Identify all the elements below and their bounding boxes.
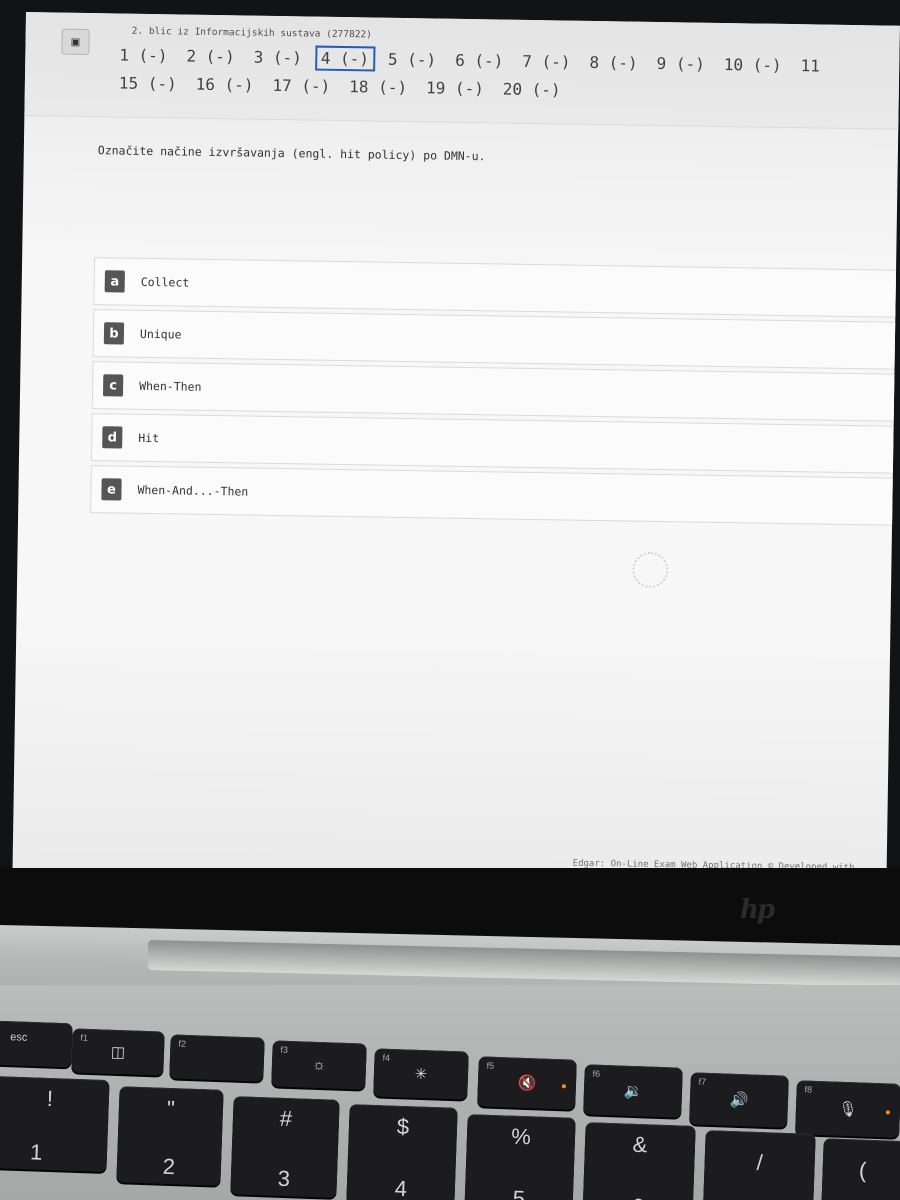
question-nav-link[interactable]: 10 (-) xyxy=(718,51,788,77)
key-6-label: 6 xyxy=(631,1194,644,1200)
answer-letter-badge: c xyxy=(102,374,124,397)
answer-option-a[interactable]: a Collect xyxy=(93,257,900,318)
key-3[interactable]: # 3 xyxy=(230,1096,340,1198)
key-2-shift-label: " xyxy=(166,1095,176,1122)
key-f6[interactable]: f6 🔉 xyxy=(583,1064,683,1118)
key-5[interactable]: % 5 xyxy=(464,1114,576,1200)
key-f4[interactable]: f4 ✳ xyxy=(373,1048,469,1100)
answer-option-d[interactable]: d Hit xyxy=(90,413,900,474)
answer-text: Hit xyxy=(138,430,160,446)
question-nav-link[interactable]: 18 (-) xyxy=(343,73,413,99)
question-text: Označite načine izvršavanja (engl. hit p… xyxy=(97,143,486,164)
key-8[interactable]: ( xyxy=(820,1138,900,1200)
answer-option-c[interactable]: c When-Then xyxy=(91,361,900,422)
question-nav-link[interactable]: 4 (-) xyxy=(314,45,376,71)
key-f3[interactable]: f3 ☼ xyxy=(271,1040,367,1090)
hp-logo: hp xyxy=(740,895,775,925)
key-1[interactable]: ! 1 xyxy=(0,1075,110,1173)
key-f4-label: f4 xyxy=(382,1052,391,1063)
key-3-label: 3 xyxy=(277,1165,291,1192)
key-esc-label: esc xyxy=(10,1031,28,1044)
key-f3-label: f3 xyxy=(280,1044,289,1055)
key-3-shift-label: # xyxy=(279,1105,293,1132)
question-nav-link[interactable]: 15 (-) xyxy=(113,70,183,96)
mute-led xyxy=(561,1084,566,1089)
answer-option-e[interactable]: e When-And...-Then xyxy=(90,465,900,526)
answer-letter-badge: a xyxy=(104,270,125,293)
key-f8-label: f8 xyxy=(804,1084,813,1095)
question-nav-link[interactable]: 8 (-) xyxy=(583,49,644,75)
laptop-screen: ▣ 2. blic iz Informacijskih sustava (277… xyxy=(12,12,900,884)
question-nav-link[interactable]: 3 (-) xyxy=(247,44,308,70)
answer-text: Collect xyxy=(140,274,190,290)
key-6[interactable]: & 6 xyxy=(582,1122,696,1200)
key-2[interactable]: " 2 xyxy=(116,1086,224,1186)
volume-up-icon: 🔊 xyxy=(729,1091,749,1110)
key-7[interactable]: / 7 xyxy=(702,1130,816,1200)
key-f7-label: f7 xyxy=(698,1076,707,1087)
loading-spinner-icon xyxy=(632,551,669,589)
answer-text: When-And...-Then xyxy=(137,482,249,499)
answer-option-b[interactable]: b Unique xyxy=(92,309,900,370)
mic-mute-led xyxy=(885,1110,890,1115)
key-8-shift-label: ( xyxy=(858,1157,867,1183)
question-nav-link[interactable]: 16 (-) xyxy=(189,71,259,97)
key-1-shift-label: ! xyxy=(46,1085,54,1112)
key-f2[interactable]: f2 xyxy=(169,1034,265,1082)
key-f2-label: f2 xyxy=(178,1038,187,1049)
key-5-label: 5 xyxy=(512,1185,526,1200)
screen-mode-icon: ◫ xyxy=(110,1043,126,1062)
question-nav-link[interactable]: 9 (-) xyxy=(650,50,711,76)
question-nav-link[interactable]: 20 (-) xyxy=(497,76,567,102)
key-6-shift-label: & xyxy=(632,1131,648,1158)
key-f5[interactable]: f5 🔇 xyxy=(477,1056,577,1110)
question-nav-link[interactable]: 2 (-) xyxy=(180,43,241,69)
question-navigation: 1 (-) 2 (-) 3 (-) 4 (-) 5 (-) 6 (-) 7 (-) 8 (-)… xyxy=(113,39,900,110)
exam-title: 2. blic iz Informacijskih sustava (27782… xyxy=(131,25,372,41)
key-5-shift-label: % xyxy=(510,1123,532,1150)
question-nav-link[interactable]: 6 (-) xyxy=(449,47,510,73)
key-f1-label: f1 xyxy=(80,1032,89,1043)
key-f8[interactable]: f8 🎙 xyxy=(795,1080,900,1138)
brightness-down-icon: ☼ xyxy=(311,1056,327,1074)
key-f7[interactable]: f7 🔊 xyxy=(689,1072,789,1128)
answer-letter-badge: d xyxy=(102,426,123,449)
answer-list: a Collect b Unique c When-Then d Hit e When-And..… xyxy=(90,257,900,530)
key-4-shift-label: $ xyxy=(396,1113,410,1140)
question-nav-link[interactable]: 1 (-) xyxy=(113,42,174,68)
key-7-shift-label: / xyxy=(756,1149,764,1176)
volume-down-icon: 🔉 xyxy=(623,1082,643,1101)
question-nav-link[interactable]: 17 (-) xyxy=(266,72,336,98)
key-f6-label: f6 xyxy=(592,1068,601,1079)
answer-letter-badge: e xyxy=(101,478,122,501)
key-f5-label: f5 xyxy=(486,1060,495,1071)
key-2-label: 2 xyxy=(162,1153,176,1180)
answer-letter-badge: b xyxy=(103,322,125,345)
answer-text: Unique xyxy=(139,326,182,342)
question-nav-link[interactable]: 19 (-) xyxy=(420,75,490,101)
key-1-label: 1 xyxy=(29,1139,43,1165)
menu-grid-icon[interactable]: ▣ xyxy=(61,28,90,56)
key-4[interactable]: $ 4 xyxy=(346,1104,458,1200)
mic-mute-icon: 🎙 xyxy=(838,1100,858,1119)
mute-icon: 🔇 xyxy=(517,1074,537,1093)
key-esc[interactable]: esc xyxy=(0,1020,73,1068)
key-f1[interactable]: f1 ◫ xyxy=(71,1028,165,1076)
answer-text: When-Then xyxy=(139,378,202,394)
brightness-up-icon: ✳ xyxy=(414,1065,428,1084)
exam-header: ▣ 2. blic iz Informacijskih sustava (277… xyxy=(24,12,900,130)
question-nav-link[interactable]: 7 (-) xyxy=(516,48,577,74)
question-nav-link[interactable]: 5 (-) xyxy=(382,46,443,72)
question-nav-link[interactable]: 11 xyxy=(794,53,826,78)
key-4-label: 4 xyxy=(394,1175,408,1200)
